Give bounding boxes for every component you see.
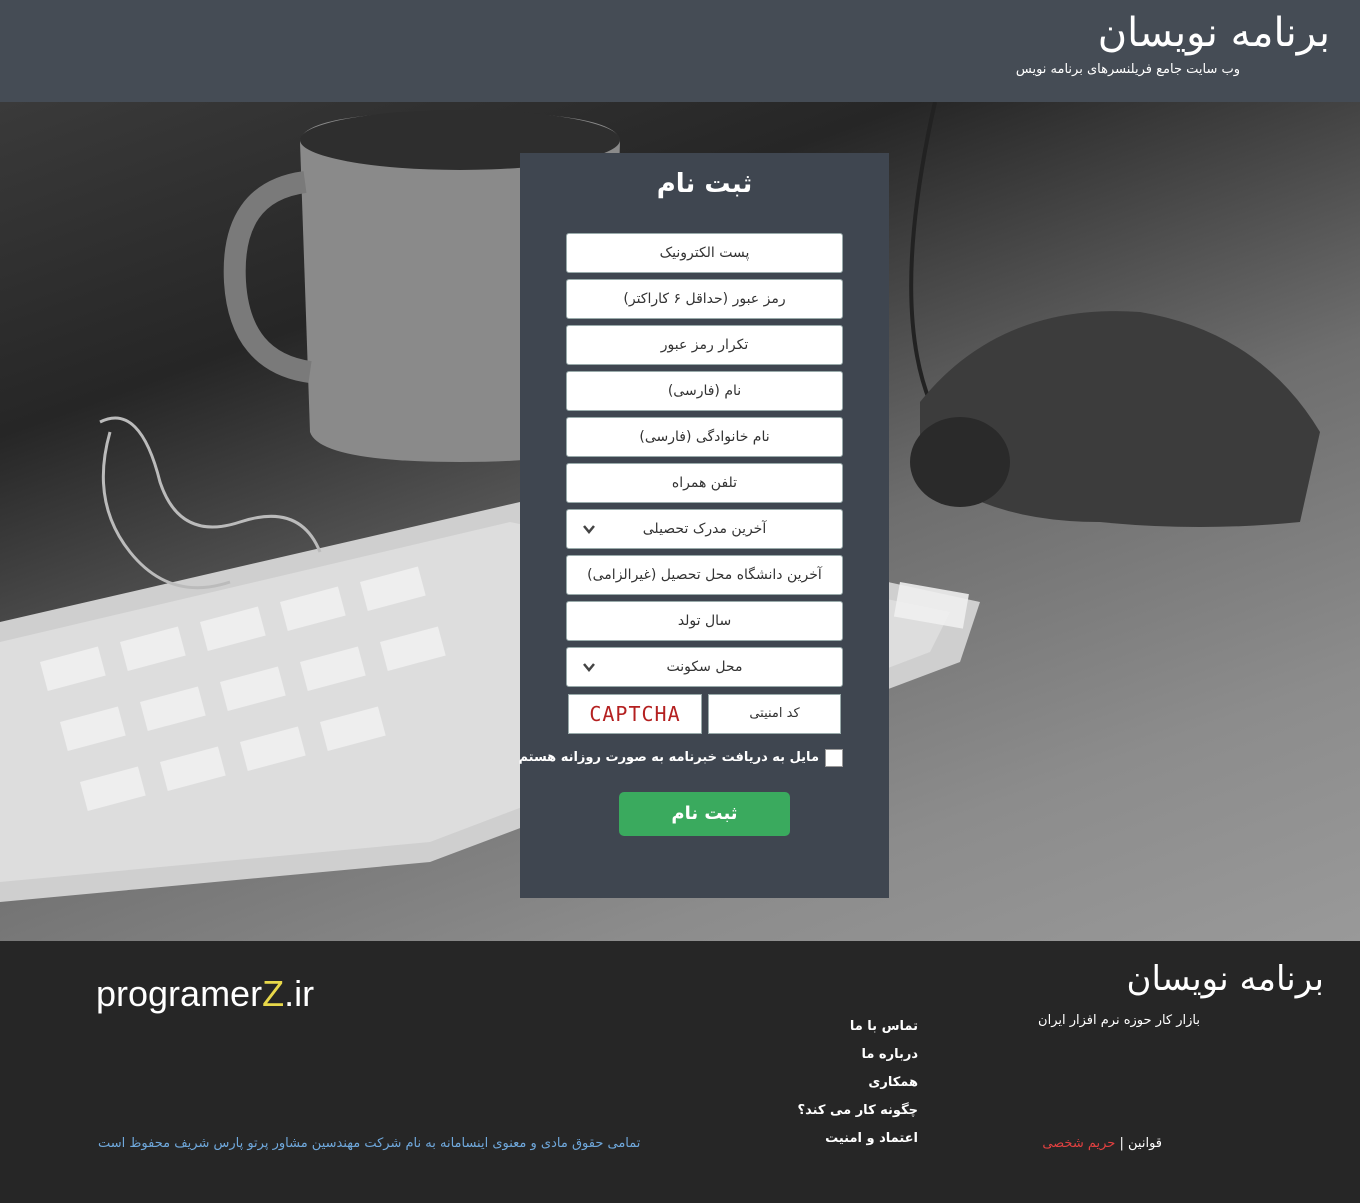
last-name-field[interactable]: نام خانوادگی (فارسی) xyxy=(566,417,843,457)
signup-panel: ثبت نام پست الکترونیک رمز عبور (حداقل ۶ … xyxy=(518,153,889,898)
mobile-field[interactable]: تلفن همراه xyxy=(566,463,843,503)
captcha-text: CAPTCHA xyxy=(589,702,681,726)
footer-link-privacy[interactable]: حریم شخصی xyxy=(1042,1136,1115,1151)
footer-link-trust-security[interactable]: اعتماد و امنیت xyxy=(798,1129,918,1157)
footer-brand[interactable]: programerZ.ir xyxy=(96,973,314,1015)
newsletter-checkbox[interactable] xyxy=(825,749,843,767)
footer-brand-suffix: .ir xyxy=(284,973,315,1014)
captcha-row: کد امنیتی CAPTCHA xyxy=(568,694,841,734)
newsletter-option: مایل به دریافت خبرنامه به صورت روزانه هس… xyxy=(518,749,843,771)
email-field[interactable]: پست الکترونیک xyxy=(566,233,843,273)
birth-year-field[interactable]: سال تولد xyxy=(566,601,843,641)
signup-submit-button[interactable]: ثبت نام xyxy=(619,792,790,836)
education-select-label: آخرین مدرک تحصیلی xyxy=(642,521,767,537)
residence-select[interactable]: محل سکونت xyxy=(566,647,843,687)
captcha-image: CAPTCHA xyxy=(568,694,702,734)
password-confirm-field[interactable]: تکرار رمز عبور xyxy=(566,325,843,365)
university-field[interactable]: آخرین دانشگاه محل تحصیل (غیرالزامی) xyxy=(566,555,843,595)
footer-logo[interactable]: برنامه نویسان xyxy=(1127,959,1324,999)
footer-tagline: بازار کار حوزه نرم افزار ایران xyxy=(1038,1013,1200,1028)
site-tagline: وب سایت جامع فریلنسرهای برنامه نویس xyxy=(1015,62,1240,77)
site-footer: برنامه نویسان بازار کار حوزه نرم افزار ا… xyxy=(0,941,1360,1203)
footer-link-contact[interactable]: تماس با ما xyxy=(798,1017,918,1045)
footer-legal-links: قوانین | حریم شخصی xyxy=(1042,1136,1162,1151)
site-logo[interactable]: برنامه نویسان xyxy=(1098,10,1330,56)
education-select[interactable]: آخرین مدرک تحصیلی xyxy=(566,509,843,549)
chevron-down-icon xyxy=(581,648,597,700)
footer-legal-separator: | xyxy=(1119,1136,1124,1151)
footer-link-about[interactable]: درباره ما xyxy=(798,1045,918,1073)
newsletter-label: مایل به دریافت خبرنامه به صورت روزانه هس… xyxy=(518,750,819,765)
footer-brand-prefix: programer xyxy=(96,973,263,1014)
site-header: برنامه نویسان وب سایت جامع فریلنسرهای بر… xyxy=(0,0,1360,102)
footer-link-cooperation[interactable]: همکاری xyxy=(798,1073,918,1101)
captcha-input[interactable]: کد امنیتی xyxy=(708,694,841,734)
first-name-field[interactable]: نام (فارسی) xyxy=(566,371,843,411)
footer-brand-z: Z xyxy=(262,973,285,1014)
footer-link-rules[interactable]: قوانین xyxy=(1128,1136,1162,1151)
signup-title: ثبت نام xyxy=(656,169,753,199)
footer-copyright: تمامی حقوق مادی و معنوی اینسامانه به نام… xyxy=(98,1136,641,1151)
footer-links: تماس با ما درباره ما همکاری چگونه کار می… xyxy=(798,1017,918,1157)
footer-link-how-it-works[interactable]: چگونه کار می کند؟ xyxy=(798,1101,918,1129)
password-field[interactable]: رمز عبور (حداقل ۶ کاراکتر) xyxy=(566,279,843,319)
residence-select-label: محل سکونت xyxy=(666,659,743,675)
